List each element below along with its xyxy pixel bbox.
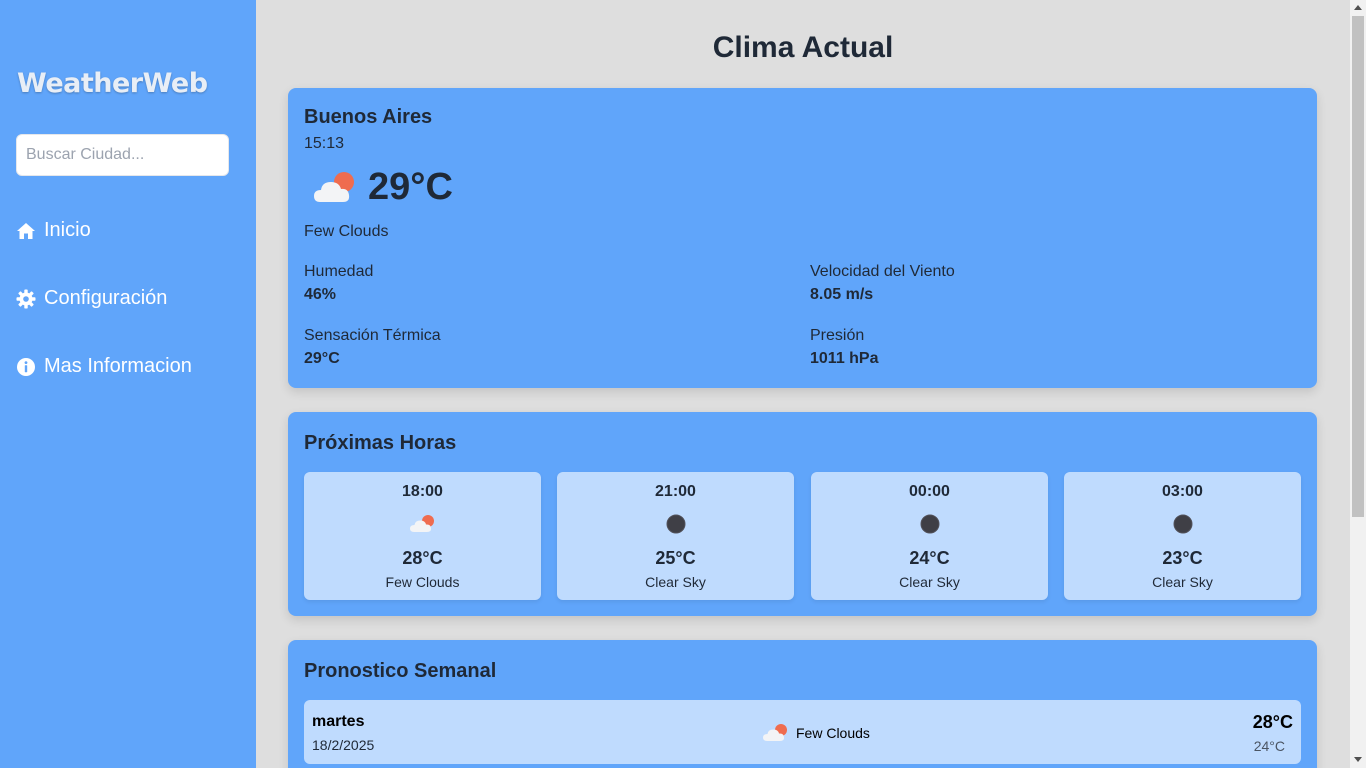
stat-value: 8.05 m/s — [810, 286, 874, 303]
stat-value: 46% — [304, 286, 337, 303]
hour-card: 18:00 28°C Few Clouds — [304, 472, 541, 600]
current-weather-card: Buenos Aires 15:13 29°C Few Clouds Humed… — [288, 88, 1317, 388]
home-icon — [16, 221, 36, 241]
stat-pressure: Presión 1011 hPa — [810, 327, 879, 368]
hour-description: Clear Sky — [1152, 574, 1213, 590]
hour-temperature: 23°C — [1162, 548, 1203, 568]
stat-label: Presión — [810, 327, 865, 344]
hour-time: 00:00 — [909, 483, 950, 500]
current-temperature: 29°C — [368, 166, 453, 208]
day-min-temp: 24°C — [1253, 738, 1285, 754]
hour-description: Few Clouds — [385, 574, 460, 590]
app-logo[interactable]: WeatherWeb — [17, 68, 208, 99]
page-scrollbar[interactable] — [1350, 0, 1366, 768]
nav-item-mas-informacion[interactable]: Mas Informacion — [16, 355, 192, 378]
stat-humidity: Humedad 46% — [304, 263, 373, 304]
hour-temperature: 24°C — [909, 548, 950, 568]
hour-time: 21:00 — [655, 483, 696, 500]
hour-temperature: 25°C — [655, 548, 696, 568]
sidebar: WeatherWeb Inicio — [0, 0, 256, 768]
page-title: Clima Actual — [712, 31, 894, 64]
hour-time: 03:00 — [1162, 483, 1203, 500]
few-clouds-icon — [409, 512, 437, 536]
nav-item-label: Mas Informacion — [44, 355, 192, 377]
clear-night-icon — [916, 512, 944, 536]
few-clouds-icon — [762, 722, 790, 744]
stat-value: 1011 hPa — [810, 350, 879, 367]
local-time: 15:13 — [304, 135, 345, 152]
stat-label: Velocidad del Viento — [810, 263, 955, 280]
day-date: 18/2/2025 — [312, 737, 375, 753]
day-description: Few Clouds — [796, 725, 870, 741]
few-clouds-icon — [312, 168, 360, 208]
stat-value: 29°C — [304, 350, 340, 367]
clear-night-icon — [1169, 512, 1197, 536]
day-name: martes — [312, 713, 365, 730]
nav-item-label: Configuración — [44, 287, 168, 309]
hour-card: 21:00 25°C Clear Sky — [557, 472, 794, 600]
hour-card: 00:00 24°C Clear Sky — [811, 472, 1048, 600]
day-row: martes 18/2/2025 Few Clouds 28°C 24°C — [304, 700, 1301, 764]
stat-label: Humedad — [304, 263, 374, 280]
gear-icon — [16, 289, 36, 309]
section-title: Pronostico Semanal — [304, 660, 497, 682]
stat-label: Sensación Térmica — [304, 327, 441, 344]
scrollbar-thumb[interactable] — [1352, 16, 1364, 517]
day-condition: Few Clouds — [762, 722, 870, 744]
hour-time: 18:00 — [402, 483, 443, 500]
search-input[interactable] — [16, 134, 229, 176]
info-icon — [16, 357, 36, 377]
nav-item-inicio[interactable]: Inicio — [16, 219, 91, 242]
hourly-forecast-card: Próximas Horas 18:00 28°C Few Clouds 21:… — [288, 412, 1317, 616]
day-max-temp: 28°C — [1252, 712, 1293, 732]
weather-description: Few Clouds — [304, 223, 389, 240]
main-content: Clima Actual Buenos Aires 15:13 29°C Few… — [256, 0, 1350, 768]
scroll-up-arrow-icon[interactable] — [1354, 5, 1362, 10]
hour-temperature: 28°C — [402, 548, 443, 568]
hour-description: Clear Sky — [899, 574, 960, 590]
city-name: Buenos Aires — [304, 106, 433, 128]
nav-item-label: Inicio — [44, 219, 91, 241]
clear-night-icon — [662, 512, 690, 536]
nav-item-configuracion[interactable]: Configuración — [16, 287, 167, 310]
scroll-down-arrow-icon[interactable] — [1354, 757, 1362, 762]
weekly-forecast-card: Pronostico Semanal martes 18/2/2025 Few … — [288, 640, 1317, 768]
stat-feels-like: Sensación Térmica 29°C — [304, 327, 441, 368]
stat-wind-speed: Velocidad del Viento 8.05 m/s — [810, 263, 955, 304]
section-title: Próximas Horas — [304, 432, 457, 454]
hour-card: 03:00 23°C Clear Sky — [1064, 472, 1301, 600]
hour-description: Clear Sky — [645, 574, 706, 590]
